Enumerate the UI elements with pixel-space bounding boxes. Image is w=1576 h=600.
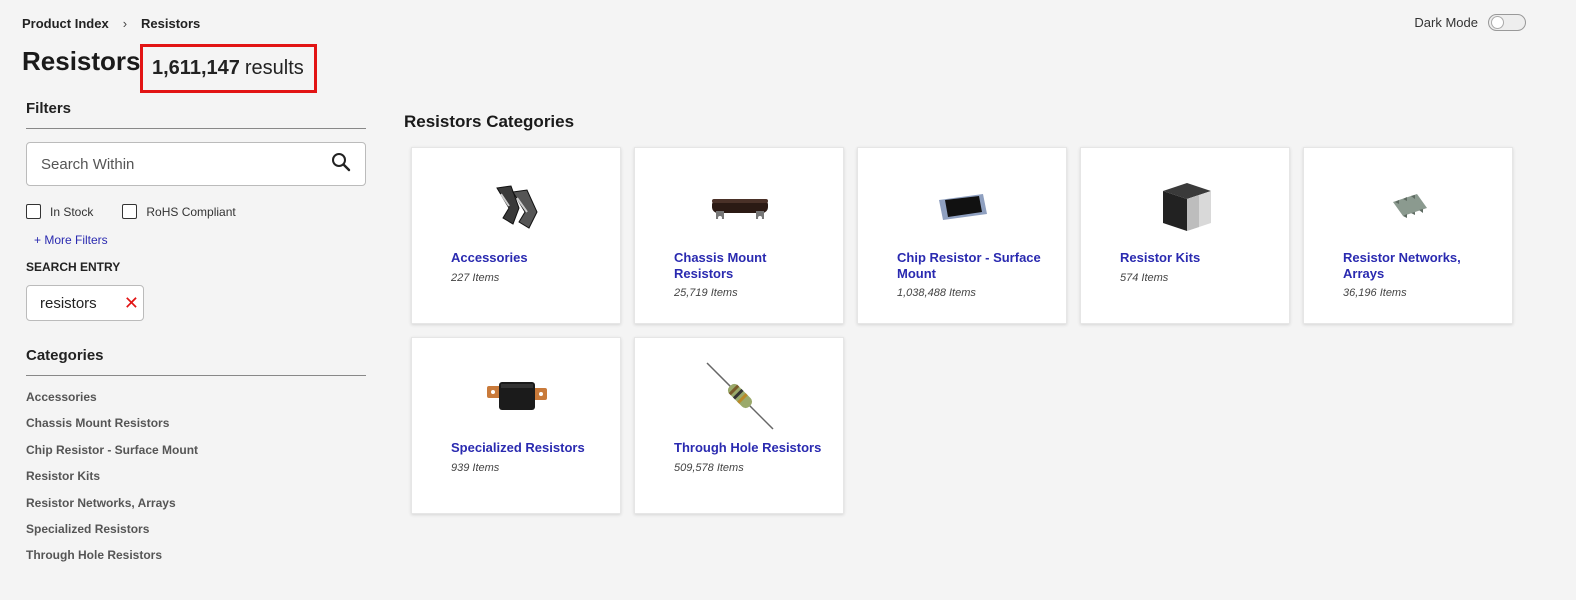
- category-card-specialized-resistors[interactable]: Specialized Resistors 939 Items: [411, 337, 621, 514]
- checkbox-label: In Stock: [50, 204, 94, 219]
- more-filters-link[interactable]: + More Filters: [34, 233, 366, 247]
- categories-heading: Categories: [26, 347, 366, 376]
- resistor-kit-image: [1151, 176, 1221, 236]
- search-placeholder: Search Within: [41, 155, 135, 173]
- card-title-text[interactable]: Chassis Mount Resistors: [674, 250, 766, 281]
- card-item-count: 227 Items: [451, 271, 500, 284]
- card-item-count: 574 Items: [1120, 271, 1169, 284]
- breadcrumb-root-link[interactable]: Product Index: [22, 16, 109, 31]
- dark-mode-control: Dark Mode: [1414, 14, 1526, 31]
- card-title-text[interactable]: Accessories: [451, 250, 528, 265]
- dark-mode-toggle[interactable]: [1488, 14, 1526, 31]
- search-entry-value: resistors: [40, 294, 97, 312]
- specialized-resistor-image: [482, 366, 552, 426]
- card-title[interactable]: Chip Resistor - Surface Mount 1,038,488 …: [897, 250, 1047, 302]
- breadcrumb: Product Index › Resistors: [22, 16, 200, 31]
- breadcrumb-separator: ›: [122, 16, 128, 31]
- checkbox-box[interactable]: [26, 204, 41, 219]
- filters-sidebar: Filters Search Within In Stock RoHS Comp…: [26, 100, 366, 575]
- results-number: 1,611,147: [152, 57, 240, 79]
- categories-section: Categories Accessories Chassis Mount Res…: [26, 347, 366, 575]
- card-item-count: 1,038,488 Items: [897, 287, 976, 299]
- category-card-resistor-kits[interactable]: Resistor Kits 574 Items: [1080, 147, 1290, 324]
- category-card-chip-resistor[interactable]: Chip Resistor - Surface Mount 1,038,488 …: [857, 147, 1067, 324]
- card-item-count: 25,719 Items: [674, 287, 738, 299]
- card-title[interactable]: Through Hole Resistors 509,578 Items: [674, 440, 824, 476]
- search-entry-chip: resistors ✕: [26, 285, 144, 321]
- card-title-text[interactable]: Specialized Resistors: [451, 440, 585, 455]
- category-card-accessories[interactable]: Accessories 227 Items: [411, 147, 621, 324]
- category-link[interactable]: Specialized Resistors: [26, 522, 366, 548]
- category-link[interactable]: Chassis Mount Resistors: [26, 416, 366, 442]
- in-stock-checkbox[interactable]: In Stock: [26, 204, 93, 219]
- search-entry-heading: SEARCH ENTRY: [26, 260, 121, 274]
- search-icon[interactable]: [331, 152, 351, 176]
- category-link[interactable]: Resistor Kits: [26, 469, 366, 495]
- card-title[interactable]: Accessories 227 Items: [451, 250, 601, 286]
- card-title-text[interactable]: Resistor Kits: [1120, 250, 1200, 265]
- toggle-knob: [1491, 16, 1504, 29]
- filter-checkboxes: In Stock RoHS Compliant: [26, 204, 366, 219]
- categories-list: Accessories Chassis Mount Resistors Chip…: [26, 390, 366, 575]
- filters-heading: Filters: [26, 100, 366, 129]
- category-link[interactable]: Chip Resistor - Surface Mount: [26, 443, 366, 469]
- card-title[interactable]: Resistor Networks, Arrays 36,196 Items: [1343, 250, 1493, 302]
- card-title-text[interactable]: Chip Resistor - Surface Mount: [897, 250, 1041, 281]
- rohs-compliant-checkbox[interactable]: RoHS Compliant: [122, 204, 236, 219]
- category-card-chassis-mount-resistors[interactable]: Chassis Mount Resistors 25,719 Items: [634, 147, 844, 324]
- breadcrumb-current: Resistors: [141, 16, 201, 31]
- chip-resistor-image: [928, 176, 998, 236]
- card-title-text[interactable]: Through Hole Resistors: [674, 440, 821, 455]
- checkbox-label: RoHS Compliant: [146, 204, 236, 219]
- accessories-image: [482, 176, 552, 236]
- category-link[interactable]: Resistor Networks, Arrays: [26, 496, 366, 522]
- card-title[interactable]: Specialized Resistors 939 Items: [451, 440, 601, 476]
- card-item-count: 36,196 Items: [1343, 287, 1407, 299]
- card-title-text[interactable]: Resistor Networks, Arrays: [1343, 250, 1461, 281]
- checkbox-box[interactable]: [122, 204, 138, 219]
- dark-mode-label: Dark Mode: [1414, 15, 1478, 30]
- results-label: results: [244, 57, 304, 79]
- close-icon[interactable]: ✕: [124, 294, 139, 312]
- category-grid: Accessories 227 Items Chassis Mount Resi…: [411, 147, 1513, 514]
- search-within-input[interactable]: Search Within: [26, 142, 366, 186]
- main-heading: Resistors Categories: [404, 112, 575, 131]
- category-link[interactable]: Through Hole Resistors: [26, 548, 366, 574]
- results-count: 1,611,147 results: [140, 44, 317, 93]
- category-link[interactable]: Accessories: [26, 390, 366, 416]
- through-hole-resistor-image: [705, 362, 775, 430]
- resistor-network-image: [1374, 176, 1444, 236]
- page-title: Resistors: [22, 46, 141, 76]
- category-card-through-hole-resistors[interactable]: Through Hole Resistors 509,578 Items: [634, 337, 844, 514]
- category-card-resistor-networks[interactable]: Resistor Networks, Arrays 36,196 Items: [1303, 147, 1513, 324]
- chassis-mount-resistor-image: [705, 176, 775, 236]
- card-title[interactable]: Chassis Mount Resistors 25,719 Items: [674, 250, 824, 302]
- card-title[interactable]: Resistor Kits 574 Items: [1120, 250, 1270, 286]
- card-item-count: 509,578 Items: [674, 461, 744, 474]
- card-item-count: 939 Items: [451, 461, 500, 474]
